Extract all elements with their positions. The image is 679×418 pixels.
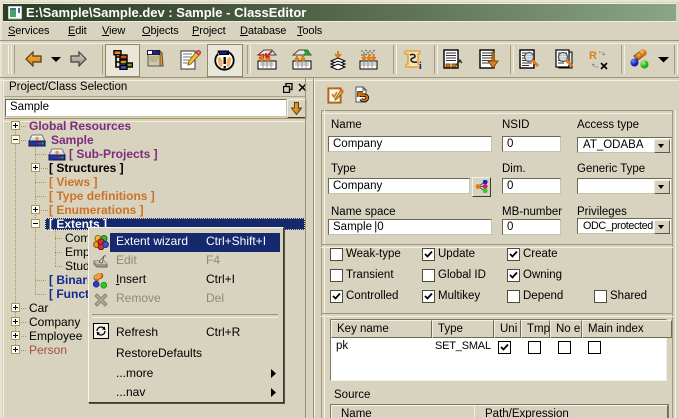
svg-text:R: R bbox=[589, 50, 597, 62]
svg-text:i: i bbox=[419, 61, 422, 70]
